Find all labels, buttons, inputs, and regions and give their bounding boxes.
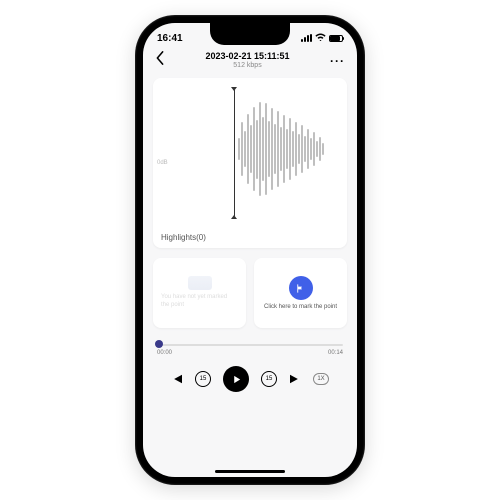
phone-frame: 16:41 2023-02-21 15:11:51 512 kbps ··· 0… [135,15,365,485]
next-track-button[interactable] [289,374,301,384]
forward-label: 15 [266,376,273,382]
mark-point-button[interactable] [289,276,313,300]
cards-row: You have not yet marked the point Click … [153,258,347,328]
title-block: 2023-02-21 15:11:51 512 kbps [165,52,330,70]
playhead[interactable] [234,90,235,216]
seek-line [157,344,343,346]
home-indicator[interactable] [215,470,285,473]
axis-label: 0dB [157,160,168,166]
timeline: 00:00 00:14 [157,340,343,356]
highlights-label: Highlights(0) [161,233,206,242]
waveform [238,90,332,208]
time-labels: 00:00 00:14 [157,350,343,356]
time-current: 00:00 [157,350,172,356]
mark-point-label: Click here to mark the point [264,304,337,310]
rewind-15-button[interactable]: 15 [195,371,211,387]
empty-hint-line2: the point [161,302,184,308]
prev-track-button[interactable] [171,374,183,384]
header: 2023-02-21 15:11:51 512 kbps ··· [143,49,357,74]
waveform-card: 0dB Highlights(0) [153,78,347,248]
forward-15-button[interactable]: 15 [261,371,277,387]
play-button[interactable] [223,366,249,392]
empty-hint-line1: You have not yet marked [161,294,227,300]
wifi-icon [315,33,326,43]
cellular-icon [301,34,312,42]
playback-controls: 15 15 1X [143,366,357,392]
back-button[interactable] [155,51,165,70]
play-icon [231,374,242,385]
status-indicators [301,33,343,43]
seek-knob[interactable] [155,340,163,348]
waveform-area[interactable] [178,90,337,208]
empty-highlights-card: You have not yet marked the point [153,258,246,328]
more-button[interactable]: ··· [330,54,345,68]
speed-button[interactable]: 1X [313,373,329,385]
rewind-label: 15 [200,376,207,382]
time-total: 00:14 [328,350,343,356]
empty-state-icon [188,276,212,290]
screen: 16:41 2023-02-21 15:11:51 512 kbps ··· 0… [143,23,357,477]
notch [210,23,290,45]
recording-bitrate: 512 kbps [165,62,330,70]
status-time: 16:41 [157,33,183,44]
mark-point-card[interactable]: Click here to mark the point [254,258,347,328]
empty-hint: You have not yet marked the point [161,294,238,310]
seek-track[interactable] [157,340,343,348]
flag-icon [295,283,306,294]
battery-icon [329,35,343,42]
recording-title: 2023-02-21 15:11:51 [165,52,330,62]
